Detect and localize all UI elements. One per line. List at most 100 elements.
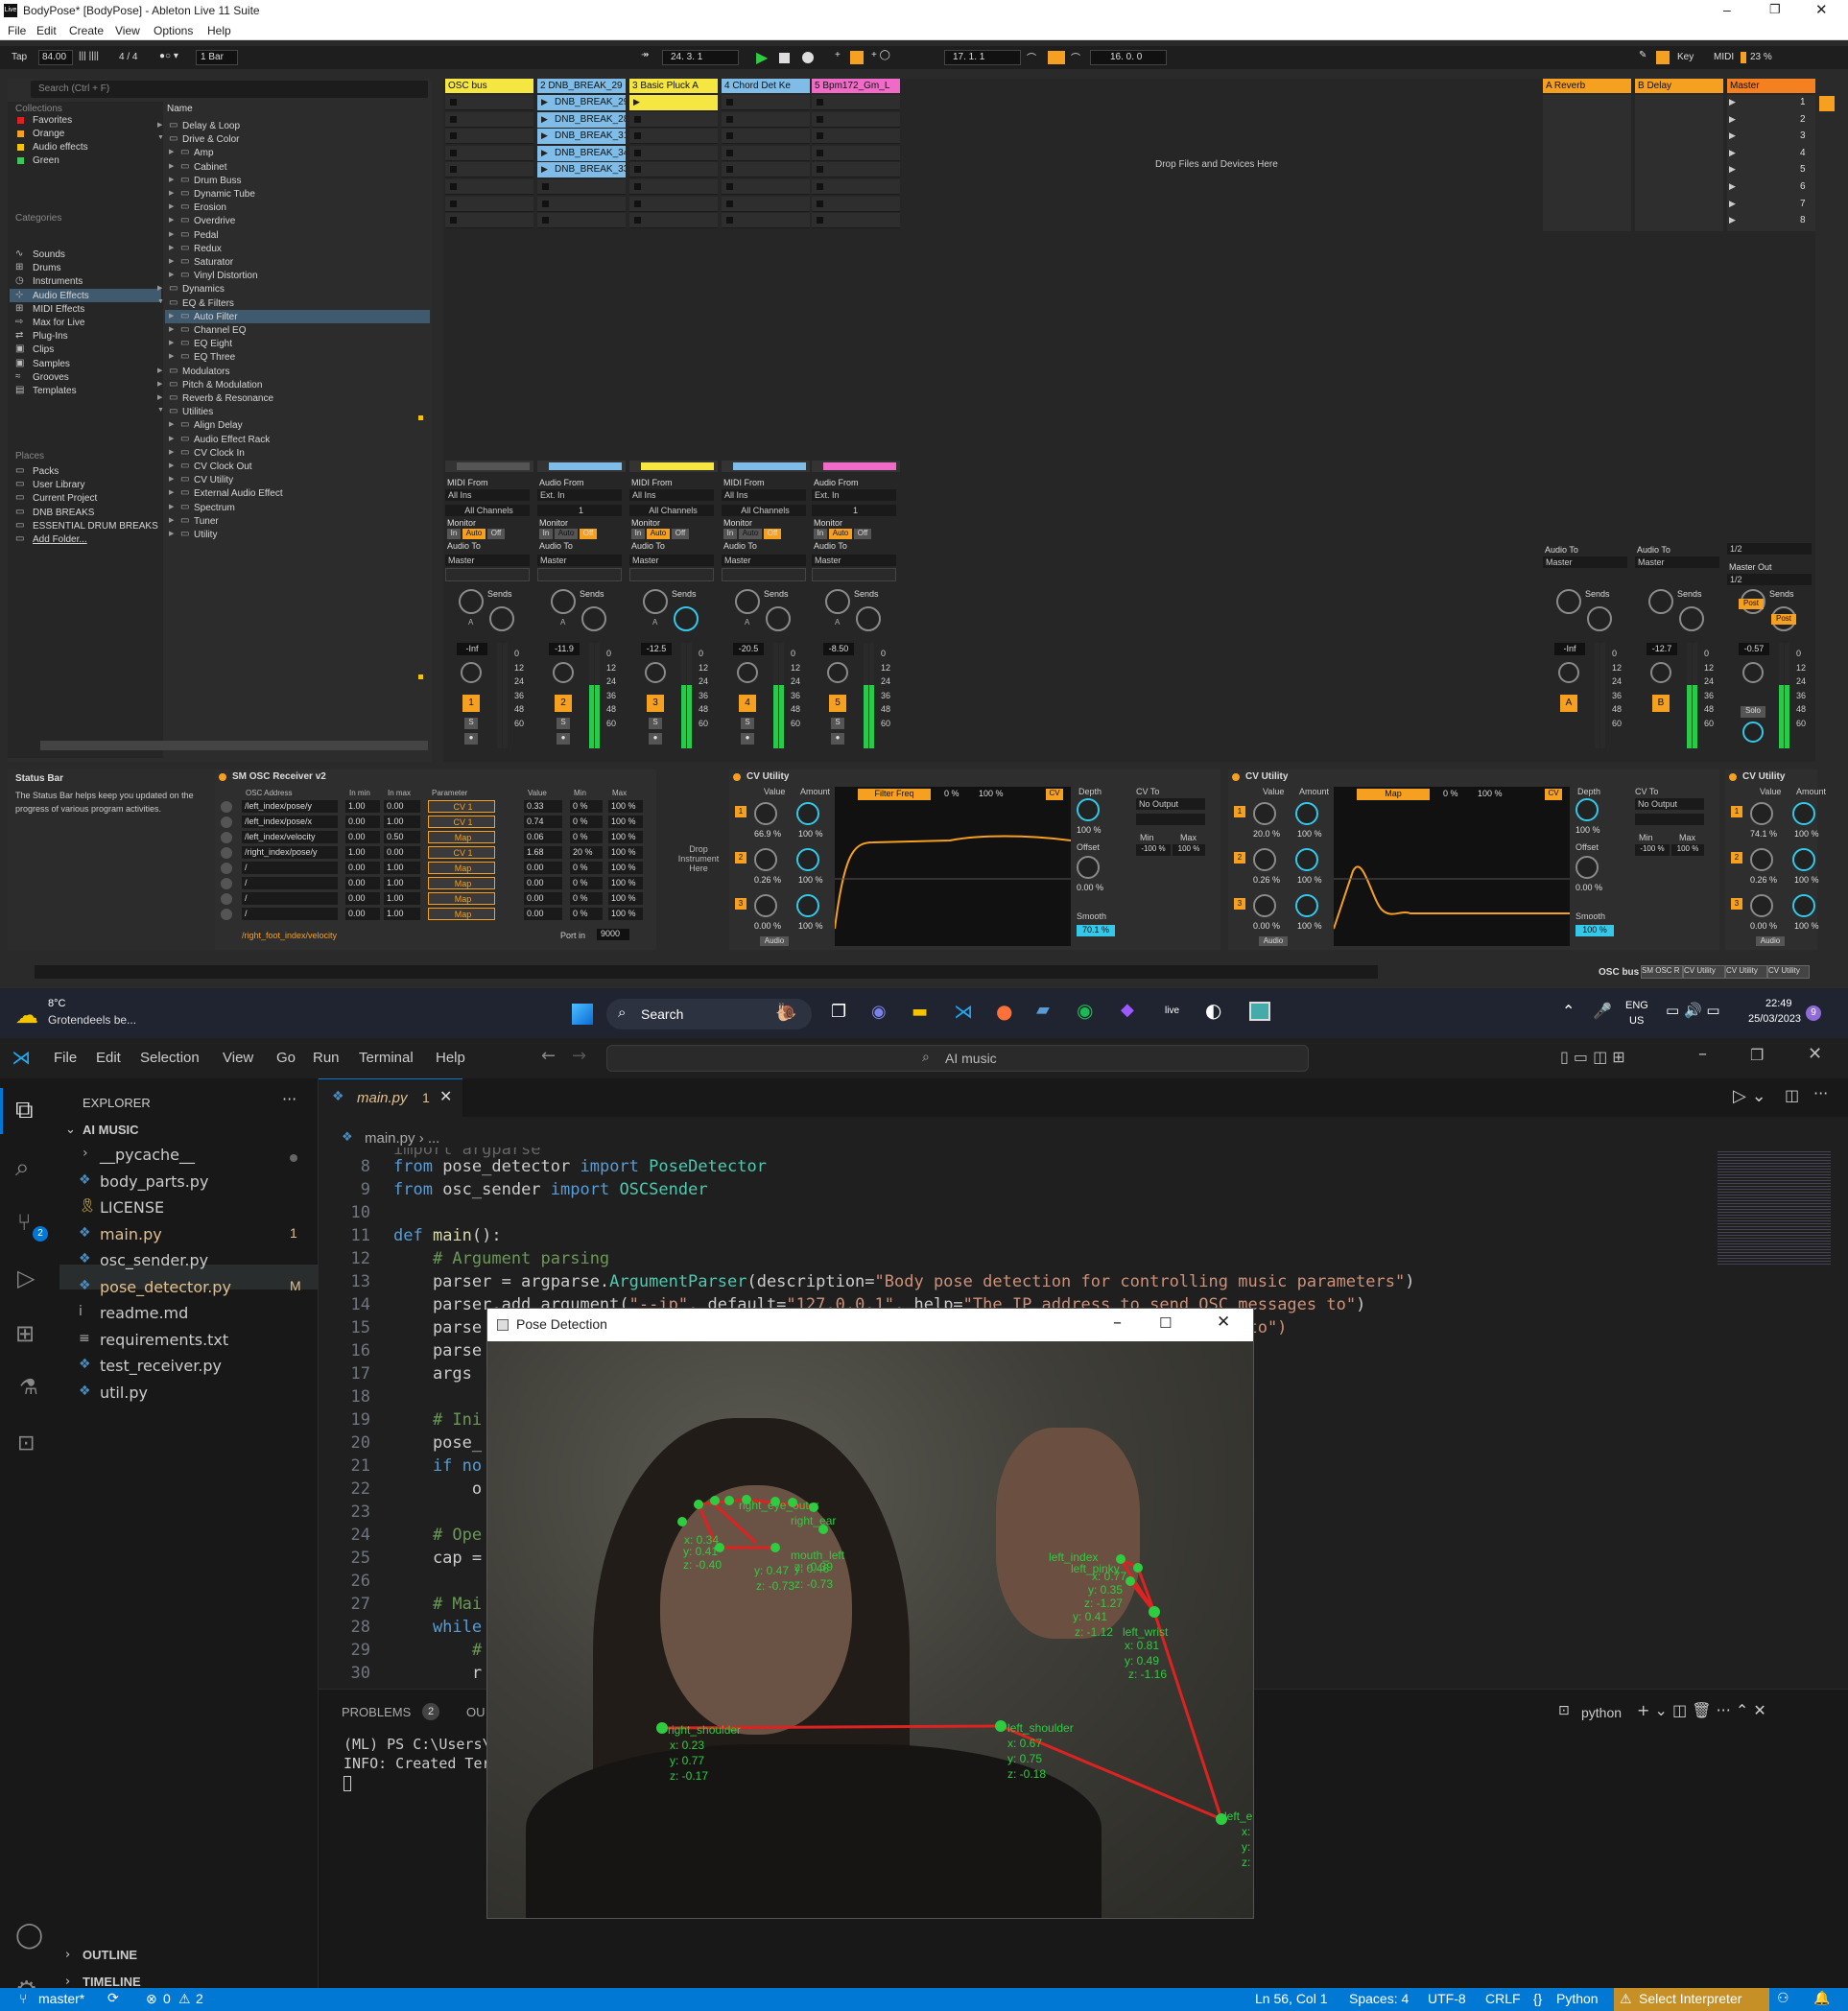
back-icon[interactable]: ← <box>541 1046 556 1066</box>
more-actions-icon[interactable]: ··· <box>1813 1084 1828 1102</box>
file-pose-detector-py[interactable]: pose_detector.py <box>100 1278 231 1296</box>
chevron-right-icon[interactable]: ▶ <box>169 503 174 510</box>
menu-edit[interactable]: Edit <box>96 1050 121 1066</box>
encoding[interactable]: UTF-8 <box>1428 1991 1466 2006</box>
clip-stop-icon[interactable] <box>450 217 457 225</box>
solo-button[interactable]: Solo <box>1741 706 1765 718</box>
problems-tab[interactable]: PROBLEMS <box>342 1705 411 1719</box>
send-a-knob[interactable] <box>643 589 668 614</box>
scene-number[interactable]: 8 <box>1800 215 1806 225</box>
track-header-1[interactable]: OSC bus <box>445 79 533 93</box>
clip-slot-empty[interactable] <box>722 213 810 229</box>
stop-icon[interactable] <box>779 53 790 63</box>
search-icon[interactable]: ⌕ <box>15 1153 30 1183</box>
osc-cell[interactable]: CV 1 <box>428 846 495 859</box>
min-input[interactable]: -100 % <box>1635 844 1670 856</box>
chevron-right-icon[interactable]: ▶ <box>169 325 174 333</box>
clip-stop-icon[interactable] <box>634 183 641 190</box>
menu-help[interactable]: Help <box>207 24 231 37</box>
scene-number[interactable]: 1 <box>1800 97 1806 107</box>
minimap[interactable] <box>1718 1149 1831 1265</box>
offset-knob[interactable] <box>1077 856 1100 879</box>
clip-slot-empty[interactable] <box>629 129 718 145</box>
minimize-icon[interactable]: – <box>1698 1044 1707 1064</box>
row-toggle-icon[interactable] <box>221 878 232 889</box>
osc-cell[interactable]: /left_index/velocity <box>242 831 338 843</box>
osc-cell[interactable]: Map <box>428 892 495 905</box>
testing-icon[interactable]: ⚗ <box>19 1376 38 1400</box>
code-line-11[interactable]: def main(): <box>393 1226 502 1245</box>
code-line-28[interactable]: while <box>393 1618 482 1637</box>
clip-slot-empty[interactable] <box>445 196 533 212</box>
file-requirements-txt[interactable]: requirements.txt <box>100 1331 228 1349</box>
solo-button[interactable]: S <box>649 718 662 729</box>
punch-in-icon[interactable]: ⌒ <box>1027 50 1036 64</box>
menu-go[interactable]: Go <box>276 1050 296 1066</box>
osc-cell[interactable]: 0 % <box>570 862 603 874</box>
osc-cell[interactable]: CV 1 <box>428 816 495 828</box>
menu-run[interactable]: Run <box>313 1050 340 1066</box>
draw-mode-icon[interactable]: ✎ <box>1639 50 1647 60</box>
language-mode[interactable]: Python <box>1556 1991 1599 2006</box>
clip-stop-icon[interactable] <box>450 99 457 106</box>
osc-cell[interactable]: 0.50 <box>384 831 420 843</box>
osc-cell[interactable]: 100 % <box>608 831 643 843</box>
clip-slot-empty[interactable] <box>537 196 626 212</box>
channel-select[interactable]: 1 <box>812 505 896 516</box>
chevron-right-icon[interactable]: ▶ <box>169 257 174 265</box>
browser-item[interactable]: Utilities <box>182 407 213 417</box>
split-editor-icon[interactable]: ◫ <box>1785 1086 1799 1104</box>
clip-stop-icon[interactable] <box>634 115 641 123</box>
chevron-right-icon[interactable]: ▶ <box>157 121 162 129</box>
chevron-right-icon[interactable]: ▶ <box>169 230 174 238</box>
send-a-knob[interactable] <box>735 589 760 614</box>
clip-slot-empty[interactable] <box>445 95 533 110</box>
clip-slot-empty[interactable] <box>812 162 900 178</box>
cv-button[interactable]: CV <box>1046 789 1063 800</box>
error-icon[interactable]: ⊗ <box>146 1991 157 2007</box>
pan-knob[interactable] <box>553 662 574 683</box>
clock-app-icon[interactable]: ◐ <box>1205 999 1221 1022</box>
key-map-button[interactable]: Key <box>1677 52 1694 62</box>
automation-arm-icon[interactable] <box>850 51 864 64</box>
monitor-in-button[interactable]: In <box>539 529 553 539</box>
active-app-icon[interactable] <box>1249 1002 1270 1021</box>
monitor-auto-button[interactable]: Auto <box>829 529 852 539</box>
clip-slot-empty[interactable] <box>629 111 718 128</box>
cv-to-channel-select[interactable] <box>1136 814 1205 825</box>
row-toggle-icon[interactable] <box>221 847 232 859</box>
cv-button[interactable]: CV <box>1545 789 1562 800</box>
category-clips[interactable]: Clips <box>33 344 54 355</box>
category-midi-effects[interactable]: MIDI Effects <box>33 304 84 315</box>
osc-cell[interactable]: 1.00 <box>345 846 380 859</box>
more-actions-icon[interactable]: ··· <box>282 1090 296 1108</box>
osc-cell[interactable]: / <box>242 892 338 905</box>
chevron-right-icon[interactable]: ▶ <box>169 216 174 224</box>
menu-file[interactable]: File <box>8 24 26 37</box>
record-icon[interactable] <box>802 52 814 63</box>
language-region[interactable]: US <box>1629 1015 1644 1027</box>
osc-cell[interactable]: /right_index/pose/y <box>242 846 338 859</box>
value-knob[interactable] <box>1750 894 1773 917</box>
osc-cell[interactable]: 100 % <box>608 877 643 889</box>
chevron-right-icon[interactable]: ▶ <box>169 448 174 456</box>
volume-value[interactable]: -Inf <box>457 643 487 655</box>
scene-number[interactable]: 6 <box>1800 181 1806 192</box>
track-header-2[interactable]: 2 DNB_BREAK_29 <box>537 79 626 93</box>
select-interpreter-button[interactable]: ⚠ Select Interpreter <box>1614 1988 1769 2011</box>
chevron-right-icon[interactable]: ▶ <box>157 367 162 374</box>
code-line-24[interactable]: # Ope <box>393 1526 482 1545</box>
tap-button[interactable]: Tap <box>12 52 27 62</box>
map-target-button[interactable]: Map <box>1357 789 1430 800</box>
arm-icon[interactable]: ● <box>831 733 844 745</box>
chevron-right-icon[interactable]: ▶ <box>169 488 174 496</box>
audio-toggle[interactable]: Audio <box>760 936 789 946</box>
place-item[interactable]: Current Project <box>33 493 97 504</box>
osc-cell[interactable]: 1.68 <box>524 846 562 859</box>
port-input[interactable]: 9000 <box>597 929 629 940</box>
output-select[interactable]: Master <box>722 555 806 566</box>
output-select[interactable]: Master <box>445 555 530 566</box>
clip-stop-icon[interactable] <box>817 183 823 190</box>
cursor-position[interactable]: Ln 56, Col 1 <box>1255 1991 1328 2006</box>
scene-number[interactable]: 2 <box>1800 114 1806 125</box>
